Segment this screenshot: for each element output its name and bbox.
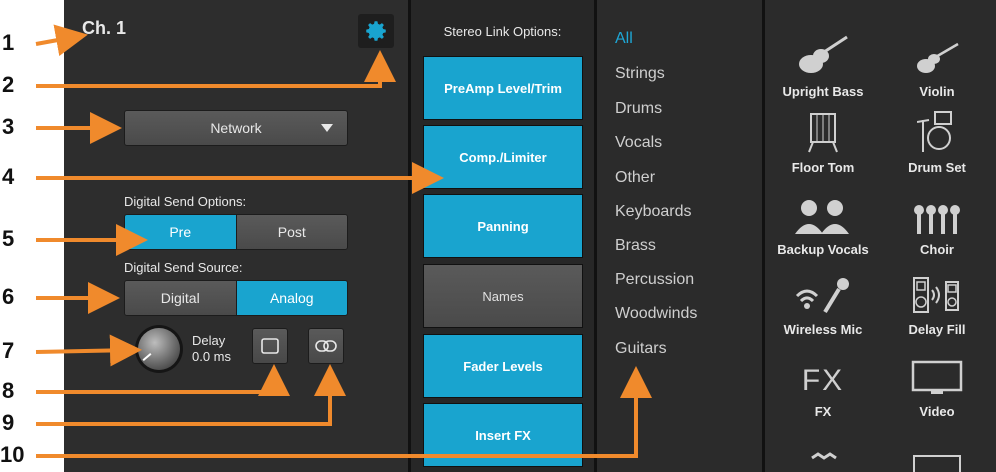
callout-label: 5 bbox=[2, 226, 15, 251]
callout-label: 1 bbox=[2, 30, 15, 55]
callout-label: 7 bbox=[2, 338, 15, 363]
callout-label: 4 bbox=[2, 164, 15, 189]
callout-label: 8 bbox=[2, 378, 15, 403]
callout-arrows bbox=[35, 24, 652, 458]
callout-label: 2 bbox=[2, 72, 15, 97]
callout-label: 10 bbox=[0, 442, 25, 467]
callout-label: 9 bbox=[2, 410, 15, 435]
callout-label: 3 bbox=[2, 114, 15, 139]
callout-label: 6 bbox=[2, 284, 15, 309]
